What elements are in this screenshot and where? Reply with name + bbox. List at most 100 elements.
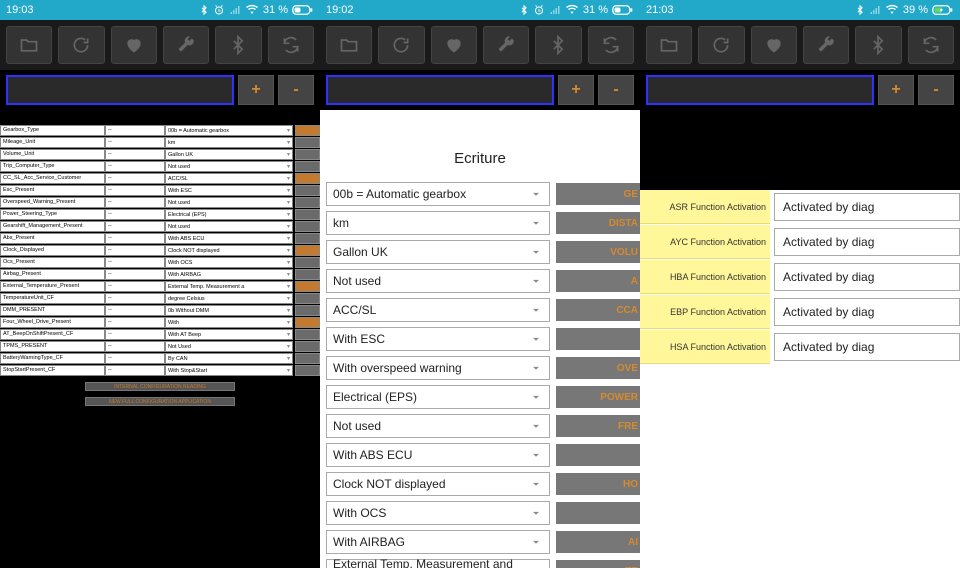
bluetooth-button[interactable]: [535, 26, 581, 64]
activation-value[interactable]: Activated by diag: [774, 298, 960, 326]
plus-button[interactable]: +: [878, 75, 914, 105]
reload-button[interactable]: [378, 26, 424, 64]
config-sidebadge[interactable]: [295, 293, 320, 304]
write-badge[interactable]: DISTA: [556, 212, 640, 234]
config-dropdown[interactable]: km▾: [165, 137, 293, 148]
config-sidebadge[interactable]: [295, 161, 320, 172]
config-dropdown[interactable]: Electrical (EPS)▾: [165, 209, 293, 220]
settings-button[interactable]: [803, 26, 849, 64]
write-dropdown[interactable]: 00b = Automatic gearbox: [326, 182, 550, 206]
config-dropdown[interactable]: Not used▾: [165, 161, 293, 172]
config-dropdown[interactable]: With ABS ECU▾: [165, 233, 293, 244]
write-badge[interactable]: A: [556, 270, 640, 292]
config-dropdown[interactable]: With AIRBAG▾: [165, 269, 293, 280]
read-config-button[interactable]: INTERNAL CONFIGURATION READING: [85, 382, 235, 391]
activation-value[interactable]: Activated by diag: [774, 193, 960, 221]
config-sidebadge[interactable]: [295, 185, 320, 196]
plus-button[interactable]: +: [238, 75, 274, 105]
config-sidebadge[interactable]: [295, 197, 320, 208]
config-sidebadge[interactable]: [295, 269, 320, 280]
config-dropdown[interactable]: With Stop&Start▾: [165, 365, 293, 376]
config-sidebadge[interactable]: [295, 317, 320, 328]
config-dropdown[interactable]: Gallon UK▾: [165, 149, 293, 160]
write-dropdown[interactable]: With OCS: [326, 501, 550, 525]
write-dropdown[interactable]: With overspeed warning: [326, 356, 550, 380]
config-dropdown[interactable]: Clock NOT displayed▾: [165, 245, 293, 256]
settings-button[interactable]: [163, 26, 209, 64]
config-dropdown[interactable]: By CAN▾: [165, 353, 293, 364]
config-sidebadge[interactable]: [295, 233, 320, 244]
sync-button[interactable]: [588, 26, 634, 64]
write-dropdown[interactable]: With ESC: [326, 327, 550, 351]
write-dropdown[interactable]: Clock NOT displayed: [326, 472, 550, 496]
config-sidebadge[interactable]: [295, 245, 320, 256]
config-sidebadge[interactable]: [295, 209, 320, 220]
write-badge[interactable]: [556, 502, 640, 524]
config-dropdown[interactable]: Not Used▾: [165, 341, 293, 352]
config-sidebadge[interactable]: [295, 149, 320, 160]
config-sidebadge[interactable]: [295, 365, 320, 376]
config-dropdown[interactable]: With ESC▾: [165, 185, 293, 196]
minus-button[interactable]: -: [278, 75, 314, 105]
config-sidebadge[interactable]: [295, 173, 320, 184]
favorite-button[interactable]: [751, 26, 797, 64]
write-badge[interactable]: CCA: [556, 299, 640, 321]
config-dropdown[interactable]: 0b Without DMM▾: [165, 305, 293, 316]
reload-button[interactable]: [698, 26, 744, 64]
write-badge[interactable]: FRE: [556, 415, 640, 437]
activation-value[interactable]: Activated by diag: [774, 263, 960, 291]
config-sidebadge[interactable]: [295, 281, 320, 292]
minus-button[interactable]: -: [598, 75, 634, 105]
plus-button[interactable]: +: [558, 75, 594, 105]
favorite-button[interactable]: [111, 26, 157, 64]
write-badge[interactable]: VOLU: [556, 241, 640, 263]
config-dropdown[interactable]: degree Celsius▾: [165, 293, 293, 304]
config-sidebadge[interactable]: [295, 305, 320, 316]
write-dropdown[interactable]: ACC/SL: [326, 298, 550, 322]
folder-button[interactable]: [326, 26, 372, 64]
write-dropdown[interactable]: Not used: [326, 414, 550, 438]
write-badge[interactable]: AI: [556, 531, 640, 553]
config-sidebadge[interactable]: [295, 125, 320, 136]
sync-button[interactable]: [908, 26, 954, 64]
config-sidebadge[interactable]: [295, 329, 320, 340]
write-dropdown[interactable]: Gallon UK: [326, 240, 550, 264]
config-dropdown[interactable]: With OCS▾: [165, 257, 293, 268]
value-field[interactable]: [6, 75, 234, 105]
config-dropdown[interactable]: External Temp. Measurement a▾: [165, 281, 293, 292]
write-badge[interactable]: [556, 444, 640, 466]
config-sidebadge[interactable]: [295, 353, 320, 364]
config-dropdown[interactable]: With AT Beep▾: [165, 329, 293, 340]
config-dropdown[interactable]: Not used▾: [165, 221, 293, 232]
write-dropdown[interactable]: Not used: [326, 269, 550, 293]
write-badge[interactable]: TE: [556, 560, 640, 568]
minus-button[interactable]: -: [918, 75, 954, 105]
activation-value[interactable]: Activated by diag: [774, 228, 960, 256]
apply-config-button[interactable]: NEW FULL CONFIGURATION APPLICATION: [85, 397, 235, 406]
sync-button[interactable]: [268, 26, 314, 64]
value-field[interactable]: [326, 75, 554, 105]
write-dropdown[interactable]: With ABS ECU: [326, 443, 550, 467]
write-badge[interactable]: HO: [556, 473, 640, 495]
write-badge[interactable]: [556, 328, 640, 350]
write-dropdown[interactable]: External Temp. Measurement and Display: [326, 559, 550, 568]
value-field[interactable]: [646, 75, 874, 105]
write-badge[interactable]: POWER: [556, 386, 640, 408]
write-badge[interactable]: OVE: [556, 357, 640, 379]
reload-button[interactable]: [58, 26, 104, 64]
config-dropdown[interactable]: 00b = Automatic gearbox▾: [165, 125, 293, 136]
config-sidebadge[interactable]: [295, 257, 320, 268]
folder-button[interactable]: [6, 26, 52, 64]
folder-button[interactable]: [646, 26, 692, 64]
write-dropdown[interactable]: Electrical (EPS): [326, 385, 550, 409]
config-sidebadge[interactable]: [295, 221, 320, 232]
activation-value[interactable]: Activated by diag: [774, 333, 960, 361]
config-dropdown[interactable]: With▾: [165, 317, 293, 328]
write-dropdown[interactable]: With AIRBAG: [326, 530, 550, 554]
favorite-button[interactable]: [431, 26, 477, 64]
settings-button[interactable]: [483, 26, 529, 64]
config-dropdown[interactable]: Not used▾: [165, 197, 293, 208]
config-sidebadge[interactable]: [295, 341, 320, 352]
config-sidebadge[interactable]: [295, 137, 320, 148]
bluetooth-button[interactable]: [215, 26, 261, 64]
